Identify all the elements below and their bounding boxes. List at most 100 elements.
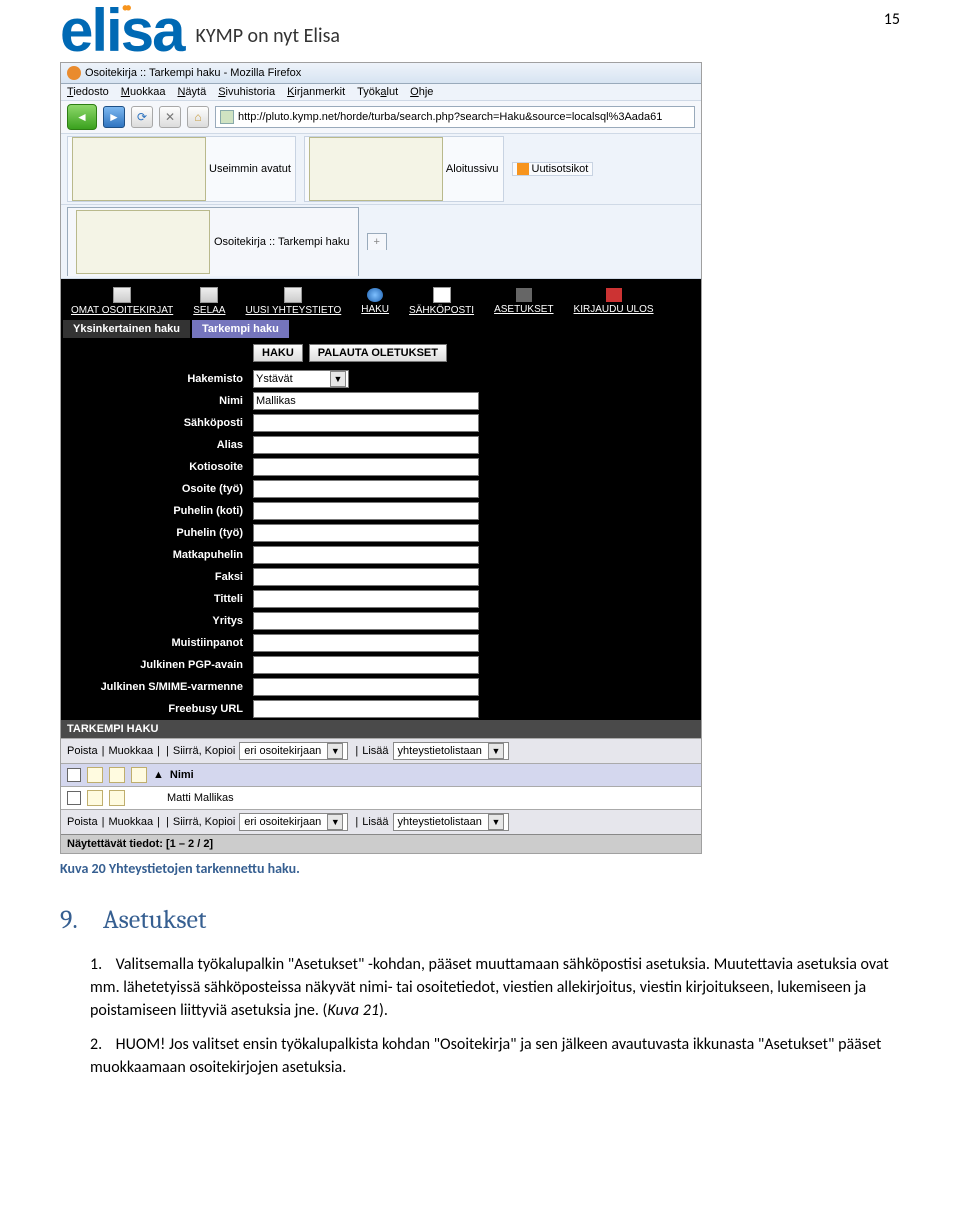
link-lisaa[interactable]: Lisää (362, 816, 388, 828)
list-item-2: 2. HUOM! Jos valitset ensin työkalupalki… (90, 1033, 900, 1079)
label-kotiosoite: Kotiosoite (61, 461, 253, 473)
label-osoite-tyo: Osoite (työ) (61, 483, 253, 495)
reset-button[interactable]: PALAUTA OLETUKSET (309, 344, 447, 362)
select-osoitekirja[interactable]: eri osoitekirjaan▼ (239, 813, 348, 831)
home-button[interactable]: ⌂ (187, 106, 209, 128)
checkbox-row[interactable] (67, 791, 81, 805)
menu-ohje[interactable]: Ohje (410, 86, 433, 98)
tab-yksinkertainen-haku[interactable]: Yksinkertainen haku (63, 320, 190, 338)
window-titlebar: Osoitekirja :: Tarkempi haku - Mozilla F… (61, 63, 701, 84)
select-osoitekirja[interactable]: eri osoitekirjaan▼ (239, 742, 348, 760)
back-button[interactable]: ◄ (67, 104, 97, 130)
reload-button[interactable]: ⟳ (131, 106, 153, 128)
input-pgp[interactable] (253, 656, 479, 674)
menu-muokkaa[interactable]: Muokkaa (121, 86, 166, 98)
column-nimi[interactable]: Nimi (170, 769, 194, 781)
link-siirra[interactable]: Siirrä, Kopioi (173, 745, 235, 757)
menu-sivuhistoria[interactable]: Sivuhistoria (218, 86, 275, 98)
select-yhteystietolista[interactable]: yhteystietolistaan▼ (393, 813, 509, 831)
link-lisaa[interactable]: Lisää (362, 745, 388, 757)
result-row[interactable]: Matti Mallikas (61, 786, 701, 809)
nav-asetukset[interactable]: ASETUKSET (494, 288, 553, 315)
label-puhelin-koti: Puhelin (koti) (61, 505, 253, 517)
action-buttons: HAKU PALAUTA OLETUKSET (61, 338, 701, 368)
rss-icon (517, 163, 529, 175)
nav-kirjaudu-ulos[interactable]: KIRJAUDU ULOS (574, 288, 654, 315)
label-muistiinpanot: Muistiinpanot (61, 637, 253, 649)
input-nimi[interactable] (253, 392, 479, 410)
book-icon (284, 287, 302, 303)
book-icon (200, 287, 218, 303)
label-sahkoposti: Sähköposti (61, 417, 253, 429)
search-button[interactable]: HAKU (253, 344, 303, 362)
firefox-window: Osoitekirja :: Tarkempi haku - Mozilla F… (60, 62, 702, 854)
tools-icon (516, 288, 532, 302)
bookmark-useimmin[interactable]: Useimmin avatut (67, 136, 296, 202)
browser-tab[interactable]: Osoitekirja :: Tarkempi haku (67, 207, 359, 276)
label-faksi: Faksi (61, 571, 253, 583)
forward-button[interactable]: ► (103, 106, 125, 128)
nav-sahkoposti[interactable]: SÄHKÖPOSTI (409, 287, 474, 316)
input-osoite-tyo[interactable] (253, 480, 479, 498)
tab-tarkempi-haku[interactable]: Tarkempi haku (192, 320, 289, 338)
bookmark-aloitus[interactable]: Aloitussivu (304, 136, 504, 202)
select-hakemisto[interactable]: Ystävät ▼ (253, 370, 349, 388)
edit-icon[interactable] (87, 767, 103, 783)
figure-caption: Kuva 20 Yhteystietojen tarkennettu haku. (60, 860, 900, 877)
input-matkapuhelin[interactable] (253, 546, 479, 564)
chevron-down-icon: ▼ (327, 814, 343, 830)
link-poista[interactable]: Poista (67, 816, 98, 828)
sort-arrow-icon[interactable]: ▲ (153, 769, 164, 781)
menu-nayta[interactable]: Näytä (177, 86, 206, 98)
link-poista[interactable]: Poista (67, 745, 98, 757)
input-puhelin-tyo[interactable] (253, 524, 479, 542)
input-freebusy[interactable] (253, 700, 479, 718)
checkbox-all[interactable] (67, 768, 81, 782)
vcard-icon[interactable] (109, 790, 125, 806)
input-puhelin-koti[interactable] (253, 502, 479, 520)
firefox-icon (67, 66, 81, 80)
nav-haku[interactable]: HAKU (361, 288, 389, 315)
list-item-1: 1. Valitsemalla työkalupalkin "Asetukset… (90, 953, 900, 1023)
menu-tiedosto[interactable]: Tiedosto (67, 86, 109, 98)
edit-icon[interactable] (87, 790, 103, 806)
input-muistiinpanot[interactable] (253, 634, 479, 652)
results-header: TARKEMPI HAKU (61, 720, 701, 738)
chevron-down-icon: ▼ (488, 814, 504, 830)
globe-icon (367, 288, 383, 302)
exit-icon (606, 288, 622, 302)
menu-bar[interactable]: Tiedosto Muokkaa Näytä Sivuhistoria Kirj… (61, 84, 701, 101)
vcard-icon[interactable] (109, 767, 125, 783)
input-alias[interactable] (253, 436, 479, 454)
nav-selaa[interactable]: SELAA (193, 287, 225, 316)
menu-tyokalut[interactable]: Työkalut (357, 86, 398, 98)
label-matkapuhelin: Matkapuhelin (61, 549, 253, 561)
new-tab-button[interactable]: + (367, 233, 387, 250)
label-smime: Julkinen S/MIME-varmenne (61, 681, 253, 693)
menu-kirjanmerkit[interactable]: Kirjanmerkit (287, 86, 345, 98)
link-muokkaa[interactable]: Muokkaa (108, 816, 153, 828)
select-yhteystietolista[interactable]: yhteystietolistaan▼ (393, 742, 509, 760)
brand-header: •• elisa KYMP on nyt Elisa (60, 10, 900, 52)
input-faksi[interactable] (253, 568, 479, 586)
input-smime[interactable] (253, 678, 479, 696)
input-titteli[interactable] (253, 590, 479, 608)
nav-omat-osoitekirjat[interactable]: OMAT OSOITEKIRJAT (71, 287, 173, 316)
input-kotiosoite[interactable] (253, 458, 479, 476)
stop-button[interactable]: ✕ (159, 106, 181, 128)
label-hakemisto: Hakemisto (61, 373, 253, 385)
label-freebusy: Freebusy URL (61, 703, 253, 715)
contact-name[interactable]: Matti Mallikas (167, 792, 234, 804)
link-muokkaa[interactable]: Muokkaa (108, 745, 153, 757)
url-bar[interactable]: http://pluto.kymp.net/horde/turba/search… (215, 106, 695, 128)
bookmark-uutisotsikot[interactable]: Uutisotsikot (512, 162, 594, 176)
input-yritys[interactable] (253, 612, 479, 630)
tab-title: Osoitekirja :: Tarkempi haku (214, 236, 350, 248)
window-title: Osoitekirja :: Tarkempi haku - Mozilla F… (85, 67, 301, 79)
group-icon[interactable] (131, 767, 147, 783)
link-siirra[interactable]: Siirrä, Kopioi (173, 816, 235, 828)
input-sahkoposti[interactable] (253, 414, 479, 432)
tab-favicon (76, 210, 210, 274)
nav-uusi-yhteystieto[interactable]: UUSI YHTEYSTIETO (245, 287, 341, 316)
label-pgp: Julkinen PGP-avain (61, 659, 253, 671)
